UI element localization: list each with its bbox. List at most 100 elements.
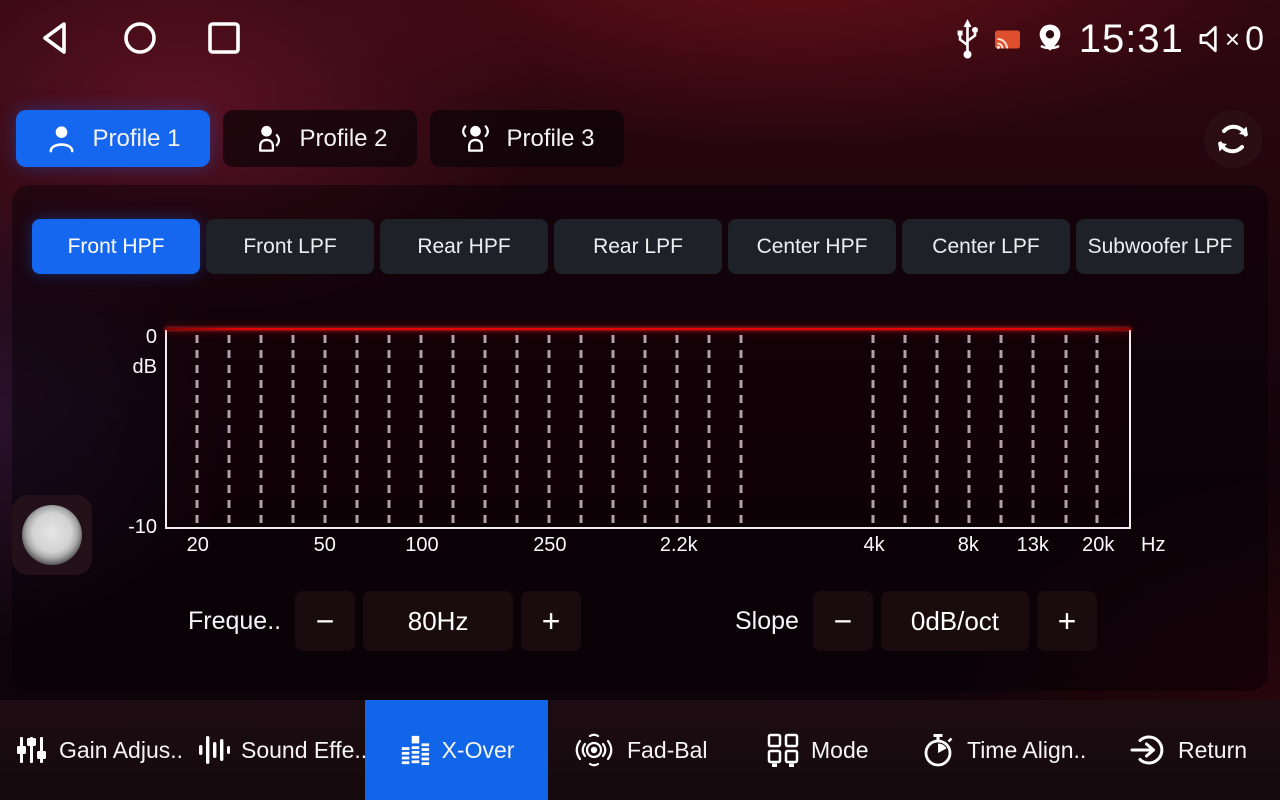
waveform-icon xyxy=(196,733,230,767)
chart-gridline xyxy=(903,335,906,523)
nav-label: Gain Adjus.. xyxy=(59,737,183,764)
response-curve xyxy=(165,328,1131,330)
home-icon[interactable] xyxy=(122,20,158,56)
chart-gridline xyxy=(227,335,230,523)
chart-gridline xyxy=(1000,335,1003,523)
speaker-muted-icon xyxy=(1197,25,1223,53)
x-axis-unit: Hz xyxy=(1141,534,1165,557)
cast-icon xyxy=(994,28,1021,51)
chart-gridline xyxy=(547,335,550,523)
nav-mode[interactable]: Mode xyxy=(766,700,869,800)
slope-value: 0dB/oct xyxy=(881,591,1029,651)
filter-tab-center-lpf[interactable]: Center LPF xyxy=(902,219,1070,274)
usb-icon xyxy=(954,18,981,60)
profile-tab-1[interactable]: Profile 1 xyxy=(16,110,210,167)
volume-knob[interactable] xyxy=(12,495,92,575)
x-tick-2.2k: 2.2k xyxy=(660,534,698,557)
volume-muted-indicator: × 0 xyxy=(1197,20,1264,59)
grid-squares-icon xyxy=(766,732,800,768)
chart-gridline xyxy=(1096,335,1099,523)
nav-time-align[interactable]: Time Align.. xyxy=(922,700,1086,800)
profile-tab-2[interactable]: Profile 2 xyxy=(223,110,417,167)
x-tick-13k: 13k xyxy=(1017,534,1049,557)
bottom-navigation: Gain Adjus.. Sound Effe.. X-Over xyxy=(0,700,1280,800)
chart-gridline xyxy=(484,335,487,523)
nav-label: X-Over xyxy=(442,737,515,764)
nav-gain-adjust[interactable]: Gain Adjus.. xyxy=(14,700,183,800)
chart-gridline xyxy=(612,335,615,523)
surround-speaker-icon xyxy=(572,732,616,768)
y-axis-unit: dB xyxy=(111,356,157,379)
slope-control: Slope − 0dB/oct + xyxy=(735,591,1097,651)
chart-gridline xyxy=(707,335,710,523)
nav-x-over[interactable]: X-Over xyxy=(365,700,548,800)
knob-dial[interactable] xyxy=(22,505,82,565)
chart-gridline xyxy=(516,335,519,523)
frequency-response-chart: 0 dB -10 Hz 20501002502.2k4k8k13k20k xyxy=(165,329,1131,529)
mixer-sliders-icon xyxy=(14,733,48,767)
x-tick-20: 20 xyxy=(187,534,209,557)
clock: 15:31 xyxy=(1079,17,1184,62)
chart-gridline xyxy=(419,335,422,523)
refresh-button[interactable] xyxy=(1204,110,1262,168)
chart-gridline xyxy=(292,335,295,523)
chart-gridline xyxy=(323,335,326,523)
chart-gridline xyxy=(388,335,391,523)
slope-plus-button[interactable]: + xyxy=(1037,591,1097,651)
x-tick-8k: 8k xyxy=(958,534,979,557)
status-bar: 15:31 × 0 xyxy=(0,0,1280,78)
nav-label: Fad-Bal xyxy=(627,737,708,764)
return-arrow-icon xyxy=(1130,733,1167,767)
chart-gridline xyxy=(579,335,582,523)
chart-gridline xyxy=(935,335,938,523)
nav-sound-effects[interactable]: Sound Effe.. xyxy=(196,700,367,800)
chart-gridline xyxy=(675,335,678,523)
location-icon xyxy=(1034,23,1066,55)
chart-gridline xyxy=(1064,335,1067,523)
frequency-minus-button[interactable]: − xyxy=(295,591,355,651)
user-sound-icon xyxy=(252,122,285,155)
crossover-panel: Front HPFFront LPFRear HPFRear LPFCenter… xyxy=(12,185,1268,691)
nav-return[interactable]: Return xyxy=(1130,700,1247,800)
filter-tab-subwoofer-lpf[interactable]: Subwoofer LPF xyxy=(1076,219,1244,274)
user-surround-icon xyxy=(459,122,492,155)
frequency-label: Freque.. xyxy=(188,607,281,636)
filter-tab-front-hpf[interactable]: Front HPF xyxy=(32,219,200,274)
volume-level: 0 xyxy=(1245,20,1264,59)
profile-tab-label: Profile 1 xyxy=(92,125,180,153)
chart-gridline xyxy=(195,335,198,523)
mute-times-symbol: × xyxy=(1225,24,1240,55)
filter-tab-rear-lpf[interactable]: Rear LPF xyxy=(554,219,722,274)
chart-gridline xyxy=(740,335,743,523)
nav-fad-bal[interactable]: Fad-Bal xyxy=(572,700,708,800)
nav-label: Time Align.. xyxy=(967,737,1086,764)
filter-tabs: Front HPFFront LPFRear HPFRear LPFCenter… xyxy=(32,219,1244,274)
chart-gridline xyxy=(968,335,971,523)
chart-gridline xyxy=(356,335,359,523)
x-tick-50: 50 xyxy=(314,534,336,557)
user-icon xyxy=(45,122,78,155)
profile-tab-3[interactable]: Profile 3 xyxy=(430,110,624,167)
slope-minus-button[interactable]: − xyxy=(813,591,873,651)
chart-gridline xyxy=(872,335,875,523)
filter-tab-rear-hpf[interactable]: Rear HPF xyxy=(380,219,548,274)
frequency-plus-button[interactable]: + xyxy=(521,591,581,651)
filter-tab-center-hpf[interactable]: Center HPF xyxy=(728,219,896,274)
y-tick-0: 0 xyxy=(111,326,157,349)
x-tick-4k: 4k xyxy=(864,534,885,557)
nav-label: Sound Effe.. xyxy=(241,737,367,764)
chart-gridline xyxy=(260,335,263,523)
chart-gridline xyxy=(644,335,647,523)
nav-label: Return xyxy=(1178,737,1247,764)
stopwatch-icon xyxy=(922,732,956,768)
chart-gridline xyxy=(451,335,454,523)
filter-tab-front-lpf[interactable]: Front LPF xyxy=(206,219,374,274)
sync-icon xyxy=(1215,121,1251,157)
nav-label: Mode xyxy=(811,737,869,764)
back-icon[interactable] xyxy=(38,20,74,56)
chart-gridline xyxy=(1031,335,1034,523)
recents-icon[interactable] xyxy=(206,20,242,56)
x-tick-20k: 20k xyxy=(1082,534,1114,557)
profile-tab-label: Profile 3 xyxy=(506,125,594,153)
frequency-control: Freque.. − 80Hz + xyxy=(188,591,581,651)
